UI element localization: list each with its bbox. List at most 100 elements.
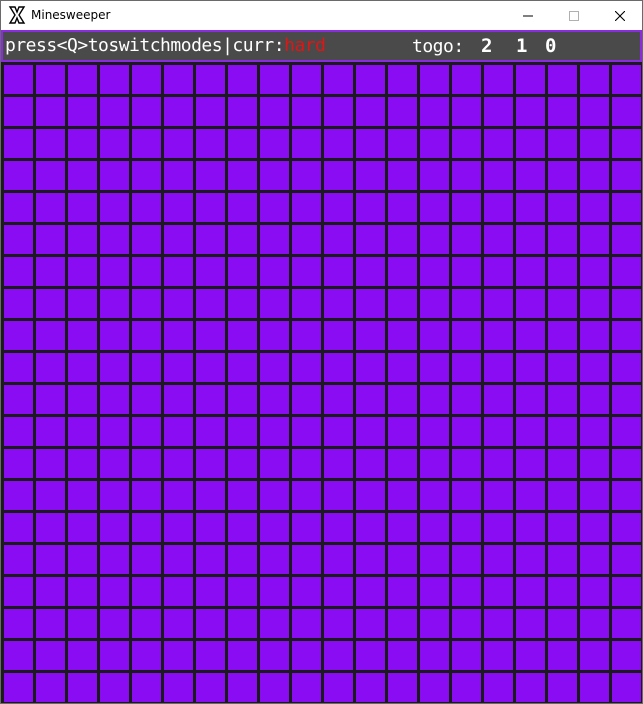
mine-cell[interactable] — [34, 127, 66, 159]
mine-cell[interactable] — [258, 159, 290, 191]
mine-cell[interactable] — [66, 159, 98, 191]
mine-cell[interactable] — [2, 607, 34, 639]
mine-cell[interactable] — [194, 607, 226, 639]
mine-cell[interactable] — [162, 479, 194, 511]
mine-cell[interactable] — [386, 543, 418, 575]
mine-cell[interactable] — [130, 191, 162, 223]
mine-cell[interactable] — [226, 255, 258, 287]
mine-cell[interactable] — [66, 383, 98, 415]
mine-cell[interactable] — [610, 479, 642, 511]
mine-cell[interactable] — [482, 319, 514, 351]
mine-cell[interactable] — [226, 95, 258, 127]
mine-cell[interactable] — [322, 287, 354, 319]
mine-cell[interactable] — [258, 63, 290, 95]
mine-cell[interactable] — [98, 479, 130, 511]
mine-cell[interactable] — [418, 159, 450, 191]
mine-cell[interactable] — [354, 319, 386, 351]
mine-cell[interactable] — [66, 607, 98, 639]
mine-cell[interactable] — [66, 95, 98, 127]
mine-cell[interactable] — [450, 191, 482, 223]
mine-cell[interactable] — [290, 479, 322, 511]
mine-cell[interactable] — [322, 575, 354, 607]
mine-cell[interactable] — [34, 319, 66, 351]
mine-cell[interactable] — [194, 127, 226, 159]
mine-cell[interactable] — [354, 287, 386, 319]
mine-cell[interactable] — [386, 607, 418, 639]
mine-cell[interactable] — [386, 95, 418, 127]
mine-cell[interactable] — [610, 607, 642, 639]
mine-cell[interactable] — [258, 351, 290, 383]
mine-cell[interactable] — [610, 255, 642, 287]
mine-cell[interactable] — [450, 543, 482, 575]
mine-cell[interactable] — [226, 223, 258, 255]
mine-cell[interactable] — [354, 383, 386, 415]
mine-cell[interactable] — [610, 63, 642, 95]
mine-cell[interactable] — [514, 671, 546, 703]
mine-cell[interactable] — [290, 63, 322, 95]
mine-cell[interactable] — [258, 671, 290, 703]
mine-cell[interactable] — [418, 415, 450, 447]
mine-cell[interactable] — [386, 159, 418, 191]
mine-cell[interactable] — [258, 287, 290, 319]
mine-cell[interactable] — [450, 287, 482, 319]
mine-cell[interactable] — [354, 639, 386, 671]
mine-cell[interactable] — [66, 671, 98, 703]
mine-cell[interactable] — [450, 447, 482, 479]
mine-cell[interactable] — [482, 607, 514, 639]
mine-cell[interactable] — [226, 351, 258, 383]
mine-cell[interactable] — [514, 319, 546, 351]
mine-cell[interactable] — [482, 639, 514, 671]
mine-cell[interactable] — [386, 223, 418, 255]
mine-cell[interactable] — [450, 511, 482, 543]
mine-cell[interactable] — [386, 63, 418, 95]
mine-cell[interactable] — [194, 319, 226, 351]
mine-cell[interactable] — [418, 607, 450, 639]
mine-cell[interactable] — [34, 479, 66, 511]
mine-cell[interactable] — [290, 95, 322, 127]
mine-cell[interactable] — [2, 639, 34, 671]
mine-cell[interactable] — [450, 95, 482, 127]
mine-cell[interactable] — [98, 319, 130, 351]
mine-cell[interactable] — [226, 447, 258, 479]
mine-cell[interactable] — [162, 287, 194, 319]
mine-cell[interactable] — [2, 447, 34, 479]
mine-cell[interactable] — [354, 223, 386, 255]
mine-cell[interactable] — [66, 287, 98, 319]
mine-cell[interactable] — [2, 95, 34, 127]
mine-cell[interactable] — [34, 607, 66, 639]
mine-cell[interactable] — [194, 287, 226, 319]
mine-cell[interactable] — [2, 159, 34, 191]
mine-cell[interactable] — [226, 607, 258, 639]
mine-cell[interactable] — [450, 223, 482, 255]
mine-cell[interactable] — [322, 447, 354, 479]
mine-cell[interactable] — [546, 63, 578, 95]
mine-cell[interactable] — [578, 671, 610, 703]
mine-cell[interactable] — [194, 543, 226, 575]
mine-cell[interactable] — [130, 223, 162, 255]
mine-cell[interactable] — [98, 511, 130, 543]
mine-cell[interactable] — [482, 479, 514, 511]
mine-cell[interactable] — [98, 223, 130, 255]
mine-cell[interactable] — [162, 511, 194, 543]
mine-cell[interactable] — [290, 511, 322, 543]
mine-cell[interactable] — [578, 255, 610, 287]
mine-cell[interactable] — [66, 575, 98, 607]
mine-cell[interactable] — [226, 63, 258, 95]
mine-cell[interactable] — [514, 287, 546, 319]
mine-cell[interactable] — [2, 63, 34, 95]
mine-cell[interactable] — [354, 127, 386, 159]
mine-cell[interactable] — [418, 95, 450, 127]
mine-cell[interactable] — [546, 95, 578, 127]
mine-cell[interactable] — [450, 479, 482, 511]
mine-cell[interactable] — [2, 575, 34, 607]
mine-cell[interactable] — [578, 319, 610, 351]
mine-cell[interactable] — [578, 127, 610, 159]
mine-cell[interactable] — [450, 575, 482, 607]
mine-cell[interactable] — [2, 415, 34, 447]
mine-cell[interactable] — [290, 319, 322, 351]
mine-cell[interactable] — [290, 607, 322, 639]
mine-cell[interactable] — [66, 127, 98, 159]
mine-cell[interactable] — [34, 415, 66, 447]
mine-cell[interactable] — [514, 159, 546, 191]
mine-cell[interactable] — [610, 191, 642, 223]
